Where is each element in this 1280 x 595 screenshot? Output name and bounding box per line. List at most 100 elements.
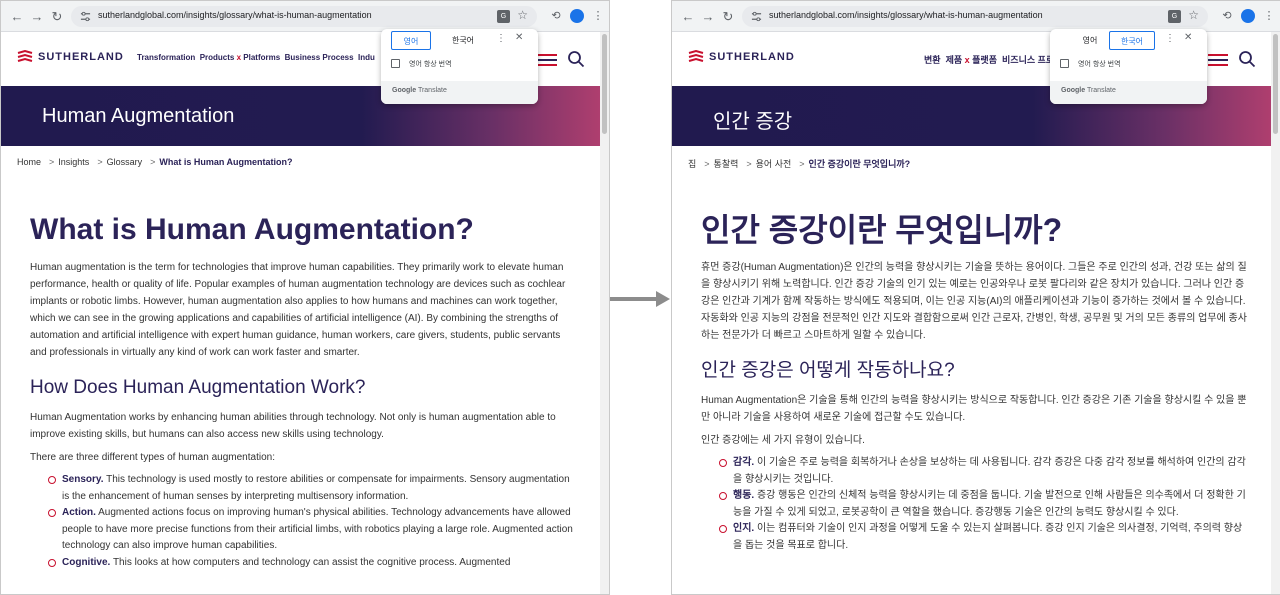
translate-popup: 영어 한국어 ⋮ ✕ 영어 항상 번역 Google Translate <box>381 29 538 104</box>
section-heading: 인간 증강은 어떻게 작동하나요? <box>701 360 955 381</box>
nav-products-platforms[interactable]: Products x Platforms <box>200 53 280 62</box>
hero-title: 인간 증강 <box>713 111 793 133</box>
tab-target-language[interactable]: 한국어 <box>1109 31 1155 50</box>
breadcrumb: 집 > 통찰력 > 용어 사전 > 인간 증강이란 무엇입니까? <box>688 159 911 169</box>
breadcrumb-insights[interactable]: Insights <box>58 157 89 167</box>
extension-icon[interactable]: ⟲ <box>549 9 563 23</box>
reload-icon[interactable]: ↻ <box>720 9 736 25</box>
breadcrumb-home[interactable]: 집 <box>688 159 696 169</box>
breadcrumb-current: 인간 증강이란 무엇입니까? <box>808 159 911 169</box>
profile-avatar[interactable] <box>1241 9 1255 23</box>
site-info-icon[interactable] <box>80 11 91 22</box>
bookmark-star-icon[interactable]: ☆ <box>517 8 528 22</box>
address-bar[interactable]: sutherlandglobal.com/insights/glossary/w… <box>71 6 537 27</box>
breadcrumb-current: What is Human Augmentation? <box>159 157 293 167</box>
nav-transformation[interactable]: Transformation <box>137 53 195 62</box>
always-translate-label: 영어 항상 번역 <box>1078 61 1121 68</box>
hamburger-menu-icon[interactable] <box>537 54 557 66</box>
always-translate-checkbox[interactable] <box>391 59 400 68</box>
intro-paragraph: Human augmentation is the term for techn… <box>30 262 566 358</box>
always-translate-checkbox[interactable] <box>1060 59 1069 68</box>
breadcrumb-glossary[interactable]: Glossary <box>107 157 143 167</box>
site-info-icon[interactable] <box>751 11 762 22</box>
types-list: 감각. 이 기술은 주로 능력을 회복하거나 손상을 보상하는 데 사용됩니다.… <box>701 455 1249 554</box>
google-label: Google <box>1061 87 1086 94</box>
more-options-icon[interactable]: ⋮ <box>1165 33 1175 44</box>
translate-footer: Google Translate <box>381 81 538 104</box>
extension-icon[interactable]: ⟲ <box>1220 9 1234 23</box>
section-paragraph: Human Augmentation은 기술을 통해 인간의 능력을 향상시키는… <box>701 395 1247 423</box>
sutherland-logo[interactable]: SUTHERLAND <box>17 50 124 64</box>
close-icon[interactable]: ✕ <box>515 32 523 43</box>
tab-source-language[interactable]: 영어 <box>1070 31 1110 50</box>
google-label: Google <box>392 87 417 94</box>
translate-label: Translate <box>416 87 447 94</box>
bullet-circle-icon <box>48 558 56 567</box>
comparison-stage: ← → ↻ sutherlandglobal.com/insights/glos… <box>0 0 1280 595</box>
forward-icon[interactable]: → <box>700 9 716 25</box>
types-list: Sensory. This technology is used mostly … <box>30 472 578 571</box>
nav-industries[interactable]: Indu <box>358 53 375 62</box>
hamburger-menu-icon[interactable] <box>1208 54 1228 66</box>
list-term: 인지. <box>733 523 755 534</box>
page-scrollbar[interactable] <box>1271 32 1280 594</box>
nav-business-process[interactable]: 비즈니스 프로 <box>1002 55 1054 65</box>
logo-mark-icon <box>17 50 33 62</box>
breadcrumb: Home > Insights > Glossary > What is Human Aug… <box>17 157 293 167</box>
page-title: 인간 증강이란 무엇입니까? <box>701 212 1063 248</box>
scrollbar-thumb[interactable] <box>1273 34 1278 134</box>
bullet-circle-icon <box>48 476 56 484</box>
translate-icon[interactable]: G <box>497 10 510 23</box>
url-text: sutherlandglobal.com/insights/glossary/w… <box>98 10 372 20</box>
nav-products-label: Products <box>199 53 237 62</box>
breadcrumb-insights[interactable]: 통찰력 <box>714 159 739 169</box>
breadcrumb-glossary[interactable]: 용어 사전 <box>756 159 792 169</box>
address-bar[interactable]: sutherlandglobal.com/insights/glossary/w… <box>742 6 1208 27</box>
list-term: 행동. <box>733 490 755 501</box>
search-icon[interactable] <box>1238 50 1256 68</box>
reload-icon[interactable]: ↻ <box>49 9 65 25</box>
google-translate-label: Google Translate <box>1061 87 1116 94</box>
types-intro: There are three different types of human… <box>30 452 275 463</box>
list-text: 증강 행동은 인간의 신체적 능력을 향상시키는 데 중점을 둡니다. 기술 발… <box>733 490 1246 518</box>
profile-avatar[interactable] <box>570 9 584 23</box>
translate-icon[interactable]: G <box>1168 10 1181 23</box>
logo-mark-icon <box>688 50 704 62</box>
main-nav: 변환 제품 x 플랫폼 비즈니스 프로 <box>924 53 1054 66</box>
section-heading: How Does Human Augmentation Work? <box>30 377 366 398</box>
nav-products-label: 제품 <box>945 55 965 65</box>
list-text: 이는 컴퓨터와 기술이 인지 과정을 어떻게 도울 수 있는지 살펴봅니다. 증… <box>733 523 1243 551</box>
types-intro: 인간 증강에는 세 가지 유형이 있습니다. <box>701 435 865 446</box>
sutherland-logo[interactable]: SUTHERLAND <box>688 50 795 64</box>
nav-transformation[interactable]: 변환 <box>924 55 941 65</box>
more-options-icon[interactable]: ⋮ <box>496 33 506 44</box>
list-text: This looks at how computers and technolo… <box>110 556 511 568</box>
list-text: Augmented actions focus on improving hum… <box>62 507 573 551</box>
list-item: Action. Augmented actions focus on impro… <box>48 505 578 555</box>
tab-source-language[interactable]: 영어 <box>391 31 431 50</box>
back-icon[interactable]: ← <box>9 9 25 25</box>
language-tabs: 영어 한국어 <box>391 31 481 51</box>
forward-icon[interactable]: → <box>29 9 45 25</box>
translate-footer: Google Translate <box>1050 81 1207 104</box>
list-term: Sensory. <box>62 474 104 485</box>
nav-business-process[interactable]: Business Process <box>285 53 354 62</box>
back-icon[interactable]: ← <box>680 9 696 25</box>
search-icon[interactable] <box>567 50 585 68</box>
tab-target-language[interactable]: 한국어 <box>443 31 483 50</box>
bookmark-star-icon[interactable]: ☆ <box>1188 8 1199 22</box>
breadcrumb-home[interactable]: Home <box>17 157 41 167</box>
nav-products-platforms[interactable]: 제품 x 플랫폼 <box>946 55 997 65</box>
browser-window-translated: ← → ↻ sutherlandglobal.com/insights/glos… <box>671 0 1280 595</box>
close-icon[interactable]: ✕ <box>1184 32 1192 43</box>
list-text: This technology is used mostly to restor… <box>62 474 570 502</box>
browser-menu-icon[interactable]: ⋮ <box>1262 9 1276 23</box>
list-term: Cognitive. <box>62 556 111 568</box>
list-item: Sensory. This technology is used mostly … <box>48 472 578 505</box>
page-scrollbar[interactable] <box>600 32 609 594</box>
language-tabs: 영어 한국어 <box>1060 31 1155 51</box>
scrollbar-thumb[interactable] <box>602 34 607 134</box>
url-text: sutherlandglobal.com/insights/glossary/w… <box>769 10 1043 20</box>
main-nav: Transformation Products x Platforms Busi… <box>137 53 375 62</box>
browser-menu-icon[interactable]: ⋮ <box>591 9 605 23</box>
